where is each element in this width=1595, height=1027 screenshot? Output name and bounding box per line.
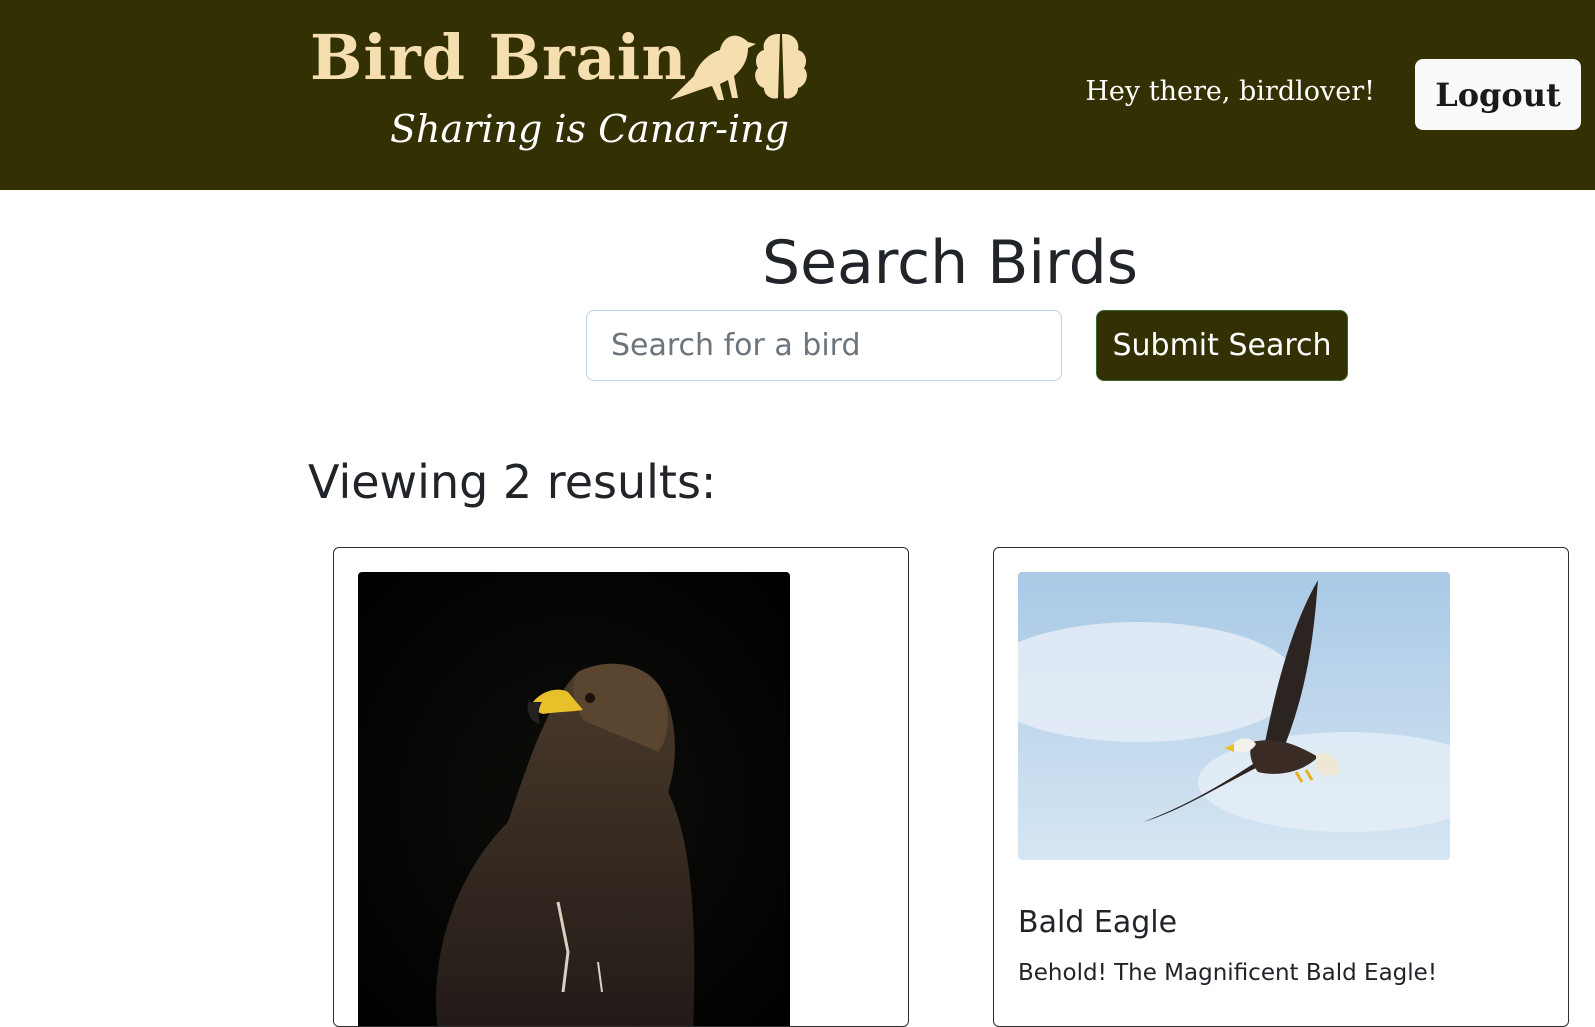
- card-title: Bald Eagle: [1018, 905, 1178, 940]
- brand-title[interactable]: Bird Brain: [310, 18, 687, 98]
- brand-icons: [670, 34, 807, 100]
- site-header: Bird Brain Sharing is Canar-ing Hey ther…: [0, 0, 1595, 190]
- page-title: Search Birds: [762, 228, 1138, 298]
- brand-tagline: Sharing is Canar-ing: [390, 107, 789, 151]
- search-input[interactable]: [586, 310, 1062, 381]
- brain-icon: [755, 34, 807, 99]
- bird-card: Bald Eagle Behold! The Magnificent Bald …: [993, 547, 1569, 1027]
- golden-eagle-photo: [358, 572, 790, 1026]
- logout-button[interactable]: Logout: [1415, 59, 1581, 130]
- results-count: Viewing 2 results:: [308, 455, 717, 509]
- bald-eagle-photo: [1018, 572, 1450, 860]
- bird-icon: [670, 35, 756, 100]
- card-text: Behold! The Magnificent Bald Eagle!: [1018, 960, 1438, 986]
- submit-search-button[interactable]: Submit Search: [1096, 310, 1348, 381]
- user-greeting: Hey there, birdlover!: [1085, 76, 1375, 107]
- bird-card: [333, 547, 909, 1027]
